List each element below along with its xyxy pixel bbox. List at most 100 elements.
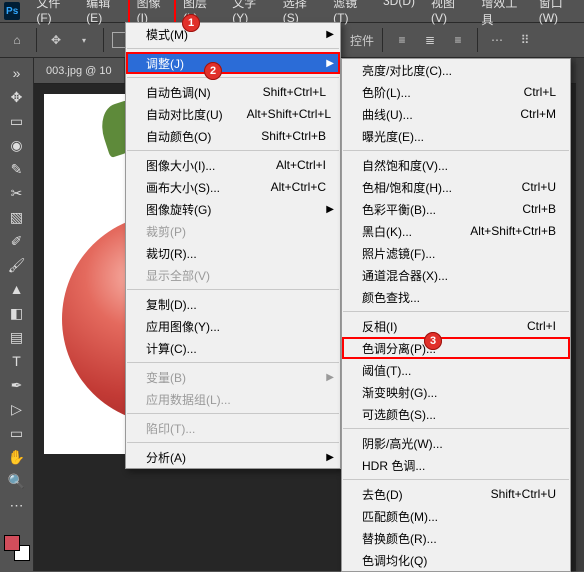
menu-item[interactable]: 反相(I)Ctrl+I (342, 315, 570, 337)
menubar-item[interactable]: 3D(D) (375, 0, 423, 31)
chevrons-icon[interactable]: » (4, 62, 30, 84)
marquee-tool-icon[interactable]: ▭ (4, 110, 30, 132)
menu-item[interactable]: 图像旋转(G)▶ (126, 198, 340, 220)
menu-separator (343, 479, 569, 480)
stamp-tool-icon[interactable]: ▲ (4, 278, 30, 300)
more-icon[interactable]: ⠿ (514, 29, 536, 51)
menu-item-label: 照片滤镜(F)... (362, 245, 556, 262)
crop-tool-icon[interactable]: ✂ (4, 182, 30, 204)
menu-item[interactable]: HDR 色调... (342, 454, 570, 476)
menu-item[interactable]: 色调均化(Q) (342, 549, 570, 571)
menu-item[interactable]: 色阶(L)...Ctrl+L (342, 81, 570, 103)
menubar: Ps 文件(F)编辑(E)图像(I)图层(L)文字(Y)选择(S)滤镜(T)3D… (0, 0, 584, 22)
align-icon[interactable]: ≡ (447, 29, 469, 51)
menu-item-shortcut: Ctrl+U (522, 180, 556, 194)
eraser-tool-icon[interactable]: ◧ (4, 302, 30, 324)
zoom-tool-icon[interactable]: 🔍 (4, 470, 30, 492)
menu-item[interactable]: 颜色查找... (342, 286, 570, 308)
menu-item[interactable]: 渐变映射(G)... (342, 381, 570, 403)
menubar-item[interactable]: 视图(V) (423, 0, 473, 31)
menu-item[interactable]: 计算(C)... (126, 337, 340, 359)
menu-item[interactable]: 自动颜色(O) Shift+Ctrl+B (126, 125, 340, 147)
document-tab[interactable]: 003.jpg @ 10 (34, 58, 124, 83)
menubar-item[interactable]: 窗口(W) (531, 0, 584, 31)
menu-item[interactable]: 替换颜色(R)... (342, 527, 570, 549)
menu-item[interactable]: 自然饱和度(V)... (342, 154, 570, 176)
menu-item-shortcut: Alt+Ctrl+I (276, 158, 326, 172)
menu-item[interactable]: 模式(M)▶ (126, 23, 340, 45)
menu-item-shortcut: Shift+Ctrl+L (263, 85, 326, 99)
menu-item-label: 可选颜色(S)... (362, 406, 556, 423)
callout-badge-2: 2 (204, 62, 222, 80)
callout-badge-3: 3 (424, 332, 442, 350)
shape-tool-icon[interactable]: ▭ (4, 422, 30, 444)
menu-item[interactable]: 曲线(U)...Ctrl+M (342, 103, 570, 125)
menu-item[interactable]: 阴影/高光(W)... (342, 432, 570, 454)
color-swatch[interactable] (4, 535, 30, 561)
menu-item-label: 自然饱和度(V)... (362, 157, 556, 174)
menu-item[interactable]: 色彩平衡(B)...Ctrl+B (342, 198, 570, 220)
menu-item[interactable]: 画布大小(S)...Alt+Ctrl+C (126, 176, 340, 198)
path-select-tool-icon[interactable]: ▷ (4, 398, 30, 420)
menu-item[interactable]: 分析(A)▶ (126, 446, 340, 468)
submenu-arrow-icon: ▶ (326, 372, 334, 383)
menu-item-label: 色调分离(P)... (362, 340, 556, 357)
menubar-item[interactable]: 增效工具 (473, 0, 530, 31)
eyedropper-tool-icon[interactable]: ✐ (4, 230, 30, 252)
menu-item-label: 通道混合器(X)... (362, 267, 556, 284)
menu-item[interactable]: 自动色调(N)Shift+Ctrl+L (126, 81, 340, 103)
menubar-item[interactable]: 文件(F) (28, 0, 78, 31)
menu-item[interactable]: 通道混合器(X)... (342, 264, 570, 286)
move-tool-icon[interactable]: ✥ (4, 86, 30, 108)
menu-item-shortcut: Shift+Ctrl+B (261, 129, 326, 143)
home-icon[interactable]: ⌂ (6, 29, 28, 51)
menu-item[interactable]: 图像大小(I)...Alt+Ctrl+I (126, 154, 340, 176)
menu-item[interactable]: 去色(D)Shift+Ctrl+U (342, 483, 570, 505)
menu-separator (127, 413, 339, 414)
menu-item-label: 匹配颜色(M)... (362, 508, 556, 525)
align-icon[interactable]: ≣ (419, 29, 441, 51)
dropdown-icon[interactable]: ▾ (73, 29, 95, 51)
type-tool-icon[interactable]: T (4, 350, 30, 372)
move-tool-icon[interactable]: ✥ (45, 29, 67, 51)
menu-item[interactable]: 自动对比度(U)Alt+Shift+Ctrl+L (126, 103, 340, 125)
edit-toolbar-icon[interactable]: ⋯ (4, 494, 30, 516)
menu-item[interactable]: 调整(J)▶ (126, 52, 340, 74)
separator (382, 28, 383, 52)
menu-item-shortcut: Shift+Ctrl+U (491, 487, 556, 501)
menu-item-label: 颜色查找... (362, 289, 556, 306)
menu-item: 显示全部(V) (126, 264, 340, 286)
menubar-item[interactable]: 编辑(E) (78, 0, 128, 31)
menu-item[interactable]: 复制(D)... (126, 293, 340, 315)
callout-badge-1: 1 (182, 14, 200, 32)
menu-item-label: 自动对比度(U) (146, 106, 223, 123)
brush-tool-icon[interactable]: 🖌 (4, 254, 30, 276)
menu-item[interactable]: 色相/饱和度(H)...Ctrl+U (342, 176, 570, 198)
menu-item[interactable]: 色调分离(P)... (342, 337, 570, 359)
menu-item[interactable]: 可选颜色(S)... (342, 403, 570, 425)
lasso-tool-icon[interactable]: ◉ (4, 134, 30, 156)
gradient-tool-icon[interactable]: ▤ (4, 326, 30, 348)
hand-tool-icon[interactable]: ✋ (4, 446, 30, 468)
menu-item: 变量(B)▶ (126, 366, 340, 388)
menu-item[interactable]: 亮度/对比度(C)... (342, 59, 570, 81)
quick-select-tool-icon[interactable]: ✎ (4, 158, 30, 180)
pen-tool-icon[interactable]: ✒ (4, 374, 30, 396)
menu-item[interactable]: 应用图像(Y)... (126, 315, 340, 337)
menu-item[interactable]: 裁切(R)... (126, 242, 340, 264)
menu-item[interactable]: 黑白(K)...Alt+Shift+Ctrl+B (342, 220, 570, 242)
menu-item[interactable]: 阈值(T)... (342, 359, 570, 381)
menu-item-label: 自动颜色(O) (146, 128, 237, 145)
distribute-icon[interactable]: ⋯ (486, 29, 508, 51)
frame-tool-icon[interactable]: ▧ (4, 206, 30, 228)
menu-item-label: 阴影/高光(W)... (362, 435, 556, 452)
menu-item[interactable]: 曝光度(E)... (342, 125, 570, 147)
menu-item-label: 陷印(T)... (146, 420, 326, 437)
menu-item[interactable]: 匹配颜色(M)... (342, 505, 570, 527)
align-icon[interactable]: ≡ (391, 29, 413, 51)
menu-item-shortcut: Alt+Ctrl+C (271, 180, 326, 194)
menu-item-label: 替换颜色(R)... (362, 530, 556, 547)
foreground-color-swatch[interactable] (4, 535, 20, 551)
menu-separator (127, 362, 339, 363)
menu-item[interactable]: 照片滤镜(F)... (342, 242, 570, 264)
